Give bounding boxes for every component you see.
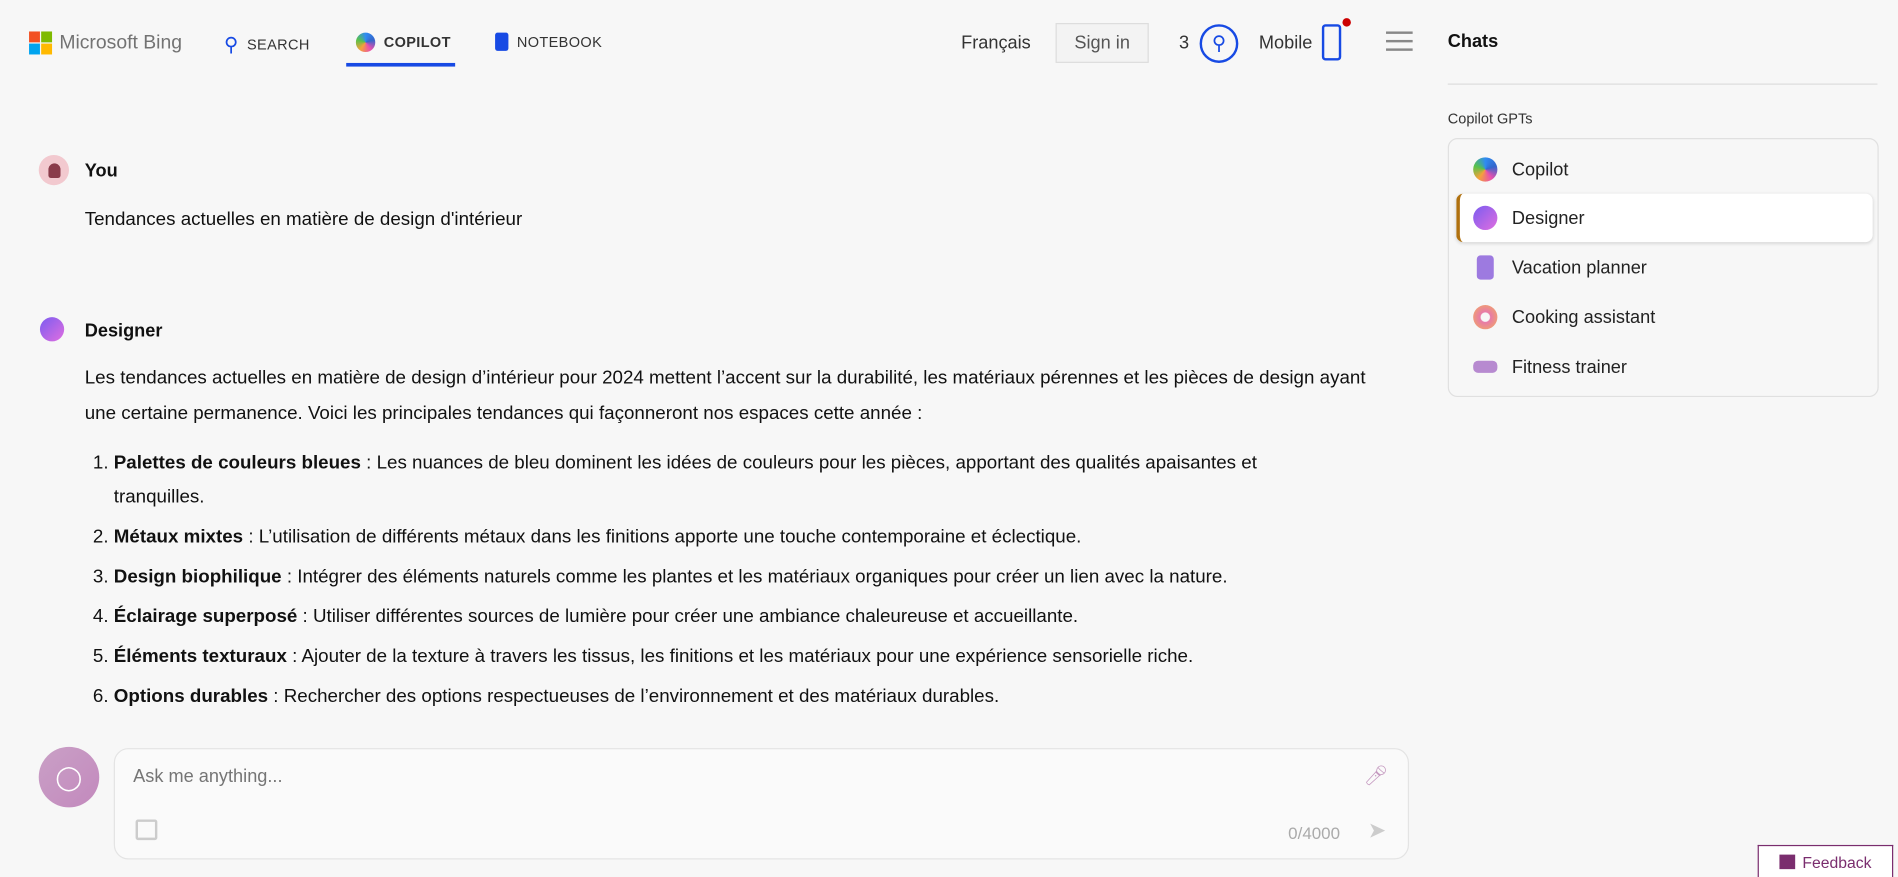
brand-name: Microsoft Bing [59,32,183,53]
trend-list: Palettes de couleurs bleues : Les nuance… [114,447,1325,721]
list-item: Métaux mixtes : L’utilisation de différe… [114,521,1325,555]
char-counter: 0/4000 [1288,823,1341,843]
rewards-trophy-icon[interactable]: ⚲ [1199,24,1239,63]
nav-copilot[interactable]: COPILOT [355,32,451,53]
bot-name: Designer [84,320,163,342]
gpt-label: Vacation planner [1511,257,1647,278]
divider [1447,83,1878,85]
designer-icon [1473,205,1498,230]
feedback-label: Feedback [1802,852,1872,871]
user-avatar [38,154,69,186]
nav-label: NOTEBOOK [516,33,603,51]
mobile-phone-icon[interactable] [1321,24,1342,61]
rewards-count: 3 [1179,32,1190,54]
sign-in-button[interactable]: Sign in [1055,22,1149,63]
chat-input[interactable] [133,766,1344,787]
gpt-list: Copilot Designer Vacation planner Cookin… [1447,137,1879,398]
gpt-label: Fitness trainer [1511,356,1627,378]
microsoft-logo-icon [29,31,53,55]
nav-label: SEARCH [246,36,310,54]
nav-search[interactable]: ⚲ SEARCH [224,33,310,57]
active-tab-indicator [346,62,456,67]
donut-icon [1473,305,1498,330]
nav-label: COPILOT [383,33,451,51]
nav-notebook[interactable]: NOTEBOOK [495,32,603,51]
list-item: Design biophilique : Intégrer des élémen… [114,560,1325,594]
user-name: You [84,160,118,182]
list-item: Éclairage superposé : Utiliser différent… [114,600,1325,634]
language-link[interactable]: Français [961,33,1031,54]
gpt-label: Designer [1511,207,1585,229]
suitcase-icon [1476,255,1494,280]
notification-dot [1342,18,1351,27]
new-chat-icon: ◯ [55,764,83,792]
user-message: Tendances actuelles en matière de design… [84,209,523,230]
copilot-icon [355,32,376,53]
hamburger-menu-icon[interactable] [1386,31,1413,51]
notebook-icon [495,32,509,51]
mobile-link[interactable]: Mobile [1259,33,1312,54]
feedback-icon [1779,854,1796,870]
list-item: Options durables : Rechercher des option… [114,680,1325,714]
composer: 🎤︎ 0/4000 ➤ [113,748,1410,860]
image-upload-icon[interactable] [135,819,158,841]
gpt-fitness-trainer[interactable]: Fitness trainer [1456,343,1872,391]
list-item: Palettes de couleurs bleues : Les nuance… [114,447,1325,515]
copilot-icon [1473,157,1498,182]
list-item: Éléments texturaux : Ajouter de la textu… [114,640,1325,674]
gpt-label: Copilot [1511,159,1569,180]
gpt-vacation-planner[interactable]: Vacation planner [1456,243,1872,291]
search-icon: ⚲ [223,35,239,56]
microphone-icon[interactable]: 🎤︎ [1364,764,1389,788]
send-icon[interactable]: ➤ [1368,818,1386,843]
gpt-designer[interactable]: Designer [1456,193,1873,243]
gpt-copilot[interactable]: Copilot [1456,145,1872,193]
gpts-section-label: Copilot GPTs [1447,110,1533,128]
designer-avatar-icon [39,317,65,342]
dumbbell-icon [1473,360,1498,373]
gpt-label: Cooking assistant [1511,306,1656,328]
chats-title: Chats [1447,31,1499,53]
bot-intro: Les tendances actuelles en matière de de… [84,367,1366,424]
new-chat-button[interactable]: ◯ [38,746,100,808]
bing-logo[interactable]: Microsoft Bing [29,31,183,55]
feedback-button[interactable]: Feedback [1757,844,1894,877]
gpt-cooking-assistant[interactable]: Cooking assistant [1456,293,1872,341]
